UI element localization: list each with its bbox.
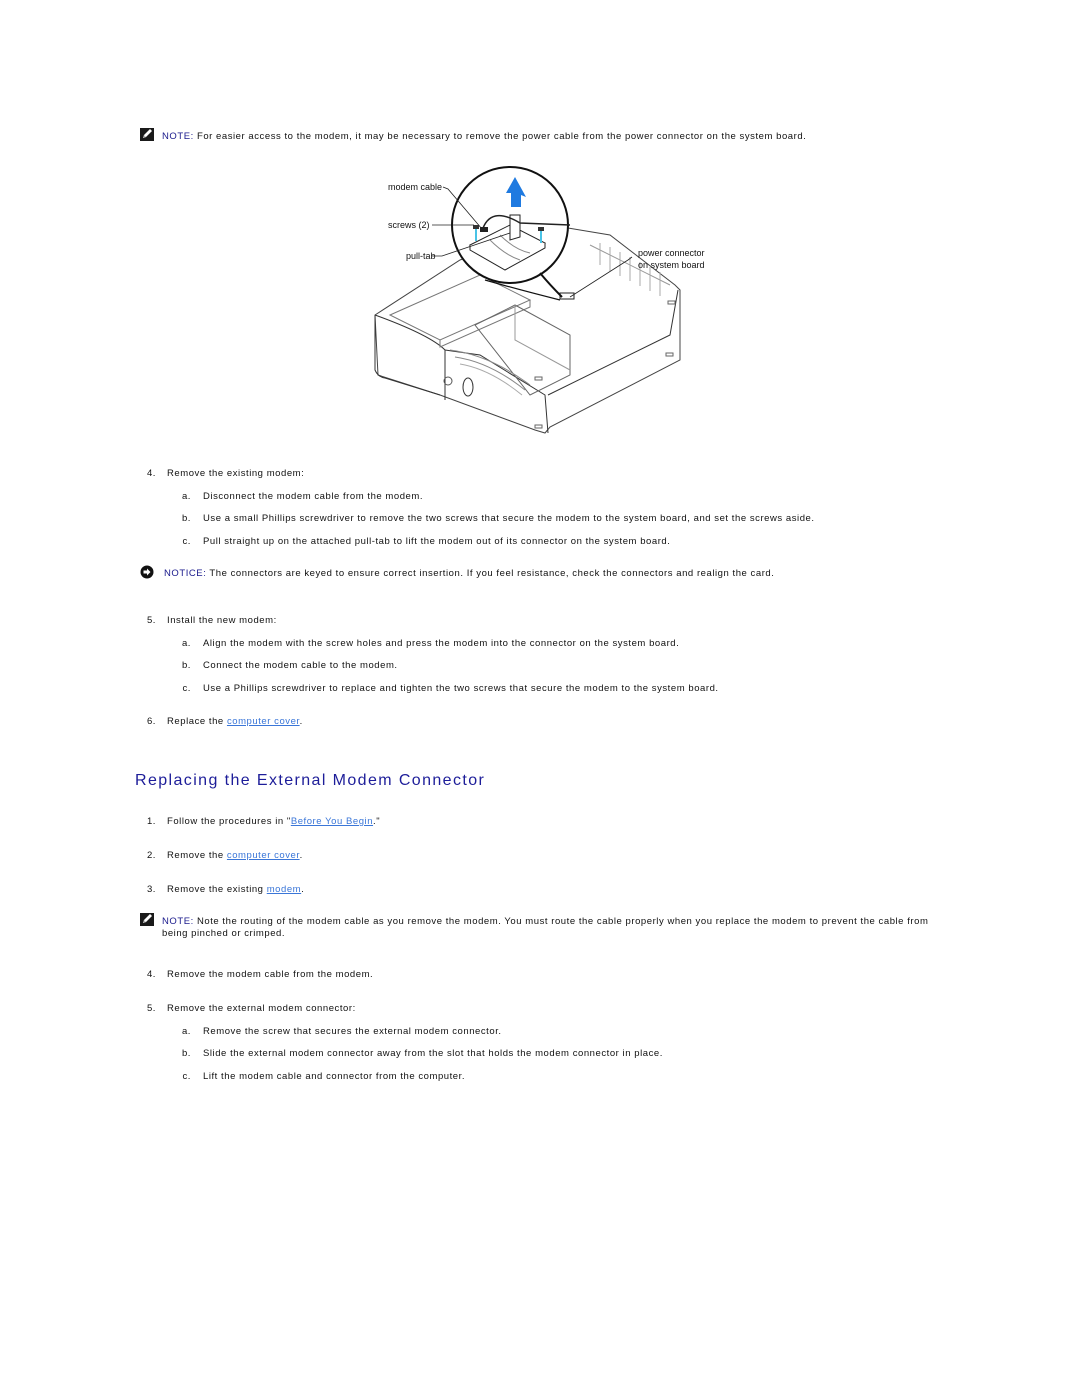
note-body: For easier access to the modem, it may b… xyxy=(193,131,807,142)
notice-body: The connectors are keyed to ensure corre… xyxy=(206,568,775,579)
step-text: Remove the external modem connector: xyxy=(167,1003,356,1014)
substep-text: Align the modem with the screw holes and… xyxy=(203,638,680,649)
callout-on-system-board: on system board xyxy=(638,260,705,270)
substep-letter: b. xyxy=(181,513,191,524)
computer-cover-link[interactable]: computer cover xyxy=(227,850,300,861)
callout-screws: screws (2) xyxy=(388,220,430,230)
step-number: 2. xyxy=(146,850,156,861)
callout-pull-tab: pull-tab xyxy=(406,251,436,261)
before-you-begin-link[interactable]: Before You Begin xyxy=(291,816,373,827)
step-text-suffix: ." xyxy=(373,816,381,827)
substep-letter: b. xyxy=(181,1048,191,1059)
step-number: 3. xyxy=(146,884,156,895)
step-number: 5. xyxy=(146,1003,156,1014)
substep-letter: c. xyxy=(182,1071,191,1082)
step-text-suffix: . xyxy=(299,850,303,861)
callout-power-connector: power connector xyxy=(638,248,705,258)
note-label: NOTE: xyxy=(162,131,194,142)
section-heading: Replacing the External Modem Connector xyxy=(135,772,486,789)
note-pencil-icon xyxy=(140,913,154,926)
notice-text: NOTICE: The connectors are keyed to ensu… xyxy=(164,568,774,580)
note-body: Note the routing of the modem cable as y… xyxy=(162,916,929,939)
step-number: 5. xyxy=(146,615,156,626)
substep-text: Lift the modem cable and connector from … xyxy=(203,1071,466,1082)
step-number: 1. xyxy=(146,816,156,827)
substep-letter: a. xyxy=(181,638,191,649)
step-text: Remove the xyxy=(167,850,227,861)
step-number: 6. xyxy=(146,716,156,727)
substep-letter: c. xyxy=(182,536,191,547)
step-text: Remove the existing modem: xyxy=(167,468,305,479)
substep-text: Connect the modem cable to the modem. xyxy=(203,660,398,671)
substep-letter: b. xyxy=(181,660,191,671)
notice-label: NOTICE: xyxy=(164,568,207,579)
step-text: Replace the xyxy=(167,716,227,727)
step-text: Follow the procedures in " xyxy=(167,816,291,827)
note-text: NOTE: For easier access to the modem, it… xyxy=(162,131,806,143)
substep-text: Disconnect the modem cable from the mode… xyxy=(203,491,424,502)
substep-text: Use a Phillips screwdriver to replace an… xyxy=(203,683,719,694)
substep-text: Slide the external modem connector away … xyxy=(203,1048,663,1059)
notice-arrow-icon xyxy=(140,565,154,579)
modem-removal-figure: modem cable screws (2) pull-tab power co… xyxy=(374,166,705,434)
step-text: Remove the existing xyxy=(167,884,267,895)
step-text: Install the new modem: xyxy=(167,615,277,626)
substep-letter: c. xyxy=(182,683,191,694)
note-label: NOTE: xyxy=(162,916,194,927)
note-pencil-icon xyxy=(140,128,154,141)
step-number: 4. xyxy=(146,969,156,980)
computer-cover-link[interactable]: computer cover xyxy=(227,716,300,727)
callout-modem-cable: modem cable xyxy=(388,182,442,192)
substep-text: Pull straight up on the attached pull-ta… xyxy=(203,536,671,547)
step-text-suffix: . xyxy=(301,884,305,895)
substep-letter: a. xyxy=(181,1026,191,1037)
note-text: NOTE: Note the routing of the modem cabl… xyxy=(162,916,942,940)
substep-letter: a. xyxy=(181,491,191,502)
substep-text: Remove the screw that secures the extern… xyxy=(203,1026,502,1037)
modem-link[interactable]: modem xyxy=(267,884,301,895)
substep-text: Use a small Phillips screwdriver to remo… xyxy=(203,513,815,524)
step-number: 4. xyxy=(146,468,156,479)
step-text-suffix: . xyxy=(299,716,303,727)
step-text: Remove the modem cable from the modem. xyxy=(167,969,374,980)
